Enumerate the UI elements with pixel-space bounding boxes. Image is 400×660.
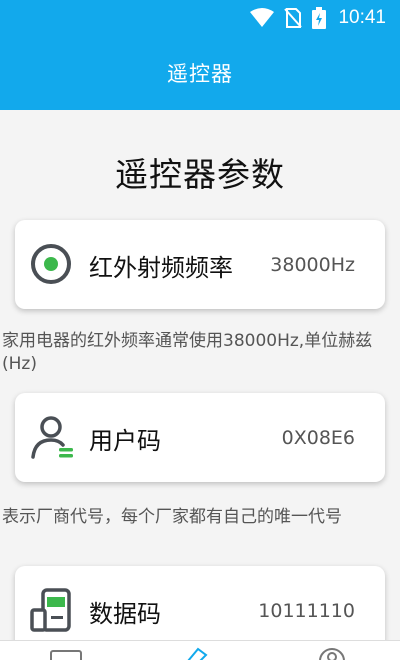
status-icons: 10:41 bbox=[250, 6, 386, 30]
app-title: 遥控器 bbox=[167, 62, 233, 86]
status-time: 10:41 bbox=[338, 7, 386, 28]
description-ir-frequency: 家用电器的红外频率通常使用38000Hz,单位赫兹(Hz) bbox=[2, 331, 373, 374]
edit-tab-icon[interactable] bbox=[180, 647, 216, 660]
bottom-nav bbox=[0, 640, 400, 660]
card-user-code[interactable]: 用户码 0X08E6 bbox=[15, 393, 385, 482]
remote-tab-icon[interactable] bbox=[48, 647, 84, 660]
card-label: 红外射频频率 bbox=[89, 254, 233, 282]
card-value: 38000Hz bbox=[270, 254, 355, 276]
card-value: 0X08E6 bbox=[281, 427, 355, 449]
description-user-code: 表示厂商代号，每个厂家都有自己的唯一代号 bbox=[2, 507, 342, 527]
app-bar: 遥控器 bbox=[0, 36, 400, 110]
battery-charging-icon bbox=[312, 7, 327, 29]
status-bar: 10:41 bbox=[0, 0, 400, 36]
data-device-icon bbox=[30, 588, 71, 632]
card-value: 10111110 bbox=[258, 600, 355, 622]
card-label: 用户码 bbox=[89, 427, 161, 455]
no-sim-icon bbox=[284, 8, 303, 28]
user-icon bbox=[31, 416, 73, 459]
wifi-icon bbox=[250, 8, 275, 27]
profile-tab-icon[interactable] bbox=[314, 647, 350, 660]
card-label: 数据码 bbox=[89, 600, 161, 628]
radio-target-icon bbox=[31, 244, 71, 284]
card-ir-frequency[interactable]: 红外射频频率 38000Hz bbox=[15, 220, 385, 309]
page-title: 遥控器参数 bbox=[115, 155, 285, 194]
